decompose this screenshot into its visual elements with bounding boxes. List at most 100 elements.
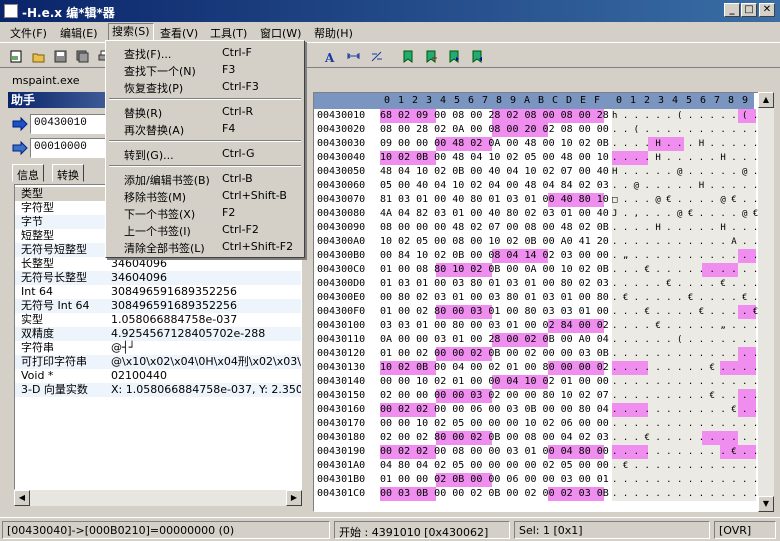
search-menu-item[interactable]: 下一个书签(X) F2	[106, 204, 302, 221]
hex-row[interactable]: 004300E0 00 80 02 03 01 00 03 80 01 03 01…	[314, 291, 769, 305]
hex-row[interactable]: 00430090 08 00 00 00 48 02 07 00 08 00 48…	[314, 221, 769, 235]
offset-icon	[371, 51, 382, 62]
list-item[interactable]: Int 64 308496591689352256	[15, 285, 301, 299]
menu-tools[interactable]: 工具(T)	[210, 25, 247, 41]
tab-convert[interactable]: 转换	[52, 164, 84, 182]
hex-view[interactable]: 0123456789ABCDEF0123456789 00430010 68 02…	[313, 92, 774, 512]
search-menu-item[interactable]: 转到(G)... Ctrl-G	[106, 145, 302, 162]
scroll-left-icon[interactable]: ◀	[14, 490, 30, 506]
hex-address: 00430070	[317, 194, 366, 205]
minimize-button[interactable]: _	[724, 3, 740, 17]
offset-button[interactable]	[366, 46, 386, 66]
hex-row[interactable]: 00430190 00 02 02 00 08 00 00 03 01 00 04…	[314, 445, 769, 459]
close-button[interactable]: ✕	[759, 3, 775, 17]
bookmark-add-button[interactable]	[398, 46, 418, 66]
hex-row[interactable]: 00430040 10 02 0B 00 48 04 10 02 05 00 48…	[314, 151, 769, 165]
type-header: 类型	[21, 187, 43, 200]
hex-row[interactable]: 00430100 03 03 01 00 80 00 03 01 00 02 84…	[314, 319, 769, 333]
hex-row[interactable]: 00430020 08 00 28 02 0A 00 08 00 20 02 08…	[314, 123, 769, 137]
list-item[interactable]: 无符号 Int 64 308496591689352256	[15, 299, 301, 313]
width-icon	[347, 53, 360, 59]
hex-ascii: . . . . H . . . H . . . . . H .	[612, 139, 774, 149]
menu-item-label: 转到(G)...	[124, 149, 174, 162]
hex-row[interactable]: 004300A0 10 02 05 00 08 00 10 02 0B 00 A0…	[314, 235, 769, 249]
hex-row[interactable]: 00430010 68 02 09 00 08 00 28 02 08 00 08…	[314, 109, 769, 123]
hex-row[interactable]: 00430170 00 00 10 02 05 00 00 00 10 02 06…	[314, 417, 769, 431]
list-item[interactable]: 双精度 4.9254567128405702e-288	[15, 327, 301, 341]
hex-row[interactable]: 004301B0 01 00 00 02 0B 00 00 06 00 00 03…	[314, 473, 769, 487]
column-label: B	[538, 95, 545, 106]
hex-ascii: . . . . . . . . . . . € . . . .	[612, 447, 774, 457]
hex-address: 00430170	[317, 418, 366, 429]
search-menu-item[interactable]: 查找下一个(N) F3	[106, 61, 302, 78]
hex-row[interactable]: 004301C0 00 03 0B 00 00 02 0B 00 02 00 02…	[314, 487, 758, 501]
hex-row[interactable]: 00430160 00 02 02 00 00 06 00 03 0B 00 00…	[314, 403, 769, 417]
list-item[interactable]: 字符串 @┤┘	[15, 341, 301, 355]
hex-row[interactable]: 004300F0 01 00 02 80 00 03 01 00 80 03 03…	[314, 305, 769, 319]
address-field[interactable]: 00430010	[30, 114, 106, 134]
save-button[interactable]	[50, 46, 70, 66]
maximize-button[interactable]: □	[741, 3, 757, 17]
hex-address: 004300D0	[317, 278, 366, 289]
search-menu-item[interactable]: 添加/编辑书签(B) Ctrl-B	[106, 170, 302, 187]
menu-bar: 文件(F) 编辑(E) 搜索(S) 查看(V) 工具(T) 窗口(W) 帮助(H…	[0, 22, 780, 42]
hex-row[interactable]: 00430060 05 00 40 04 10 02 04 00 48 04 84…	[314, 179, 769, 193]
bookmark-next-button[interactable]	[444, 46, 464, 66]
scroll-down-icon[interactable]: ▼	[758, 496, 774, 512]
width-button[interactable]	[343, 46, 363, 66]
list-item[interactable]: 实型 1.058066884758e-037	[15, 313, 301, 327]
offset-arrow-icon[interactable]	[12, 140, 28, 156]
bookmark-prev-button[interactable]	[467, 46, 487, 66]
goto-arrow-icon[interactable]	[12, 116, 28, 132]
document-tab[interactable]: mspaint.exe	[12, 74, 80, 87]
scroll-up-icon[interactable]: ▲	[758, 92, 774, 108]
search-menu-item[interactable]: 替换(R) Ctrl-R	[106, 103, 302, 120]
vertical-scrollbar[interactable]: ▲ ▼	[758, 92, 774, 512]
list-item[interactable]: 长整型 34604096	[15, 257, 301, 271]
status-mode: [OVR]	[714, 521, 776, 539]
menu-item-shortcut: Ctrl-F	[222, 46, 252, 59]
hex-row[interactable]: 00430080 4A 04 82 03 01 00 40 80 02 03 01…	[314, 207, 769, 221]
hex-ascii: . . . € . . . . € . . . . € . .	[612, 307, 774, 317]
tab-info[interactable]: 信息	[12, 164, 44, 182]
search-menu-item[interactable]: 恢复查找(P) Ctrl-F3	[106, 78, 302, 95]
scroll-right-icon[interactable]: ▶	[286, 490, 302, 506]
menu-item-shortcut: Ctrl-R	[222, 105, 254, 118]
search-menu-item[interactable]: 清除全部书签(L) Ctrl+Shift-F2	[106, 238, 302, 255]
offset-field[interactable]: 00010000	[30, 138, 106, 158]
menu-edit[interactable]: 编辑(E)	[60, 25, 98, 41]
hex-ascii: . . . . . . . . . . . A . . . .	[612, 237, 774, 247]
hex-row[interactable]: 00430050 48 04 10 02 0B 00 40 04 10 02 07…	[314, 165, 769, 179]
search-menu-item[interactable]: 移除书签(M) Ctrl+Shift-B	[106, 187, 302, 204]
menu-window[interactable]: 窗口(W)	[260, 25, 301, 41]
hex-row[interactable]: 004301A0 04 80 04 02 05 00 00 00 00 02 05…	[314, 459, 769, 473]
hex-row[interactable]: 00430110 0A 00 00 03 01 00 28 00 02 0B 00…	[314, 333, 769, 347]
hex-row[interactable]: 00430070 81 03 01 00 40 80 01 03 01 00 40…	[314, 193, 769, 207]
search-menu-item[interactable]: 再次替换(A) F4	[106, 120, 302, 137]
hex-row[interactable]: 00430130 10 02 0B 00 04 00 02 01 00 80 00…	[314, 361, 769, 375]
hex-row[interactable]: 00430140 00 00 10 02 01 00 00 04 10 02 01…	[314, 375, 769, 389]
list-item[interactable]: 3-D 向量实数 X: 1.058066884758e-037, Y: 2.350…	[15, 383, 301, 397]
list-item[interactable]: 无符号长整型 34604096	[15, 271, 301, 285]
hex-row[interactable]: 00430030 09 00 00 00 48 02 0A 00 48 00 10…	[314, 137, 769, 151]
horizontal-scrollbar[interactable]: ◀ ▶	[14, 490, 302, 506]
menu-file[interactable]: 文件(F)	[10, 25, 47, 41]
list-item[interactable]: Void * 02100440	[15, 369, 301, 383]
new-button[interactable]	[6, 46, 26, 66]
font-button[interactable]: A	[320, 46, 340, 66]
open-button[interactable]	[28, 46, 48, 66]
hex-row[interactable]: 00430150 02 00 00 00 00 03 02 00 00 80 10…	[314, 389, 769, 403]
bookmark-remove-button[interactable]	[421, 46, 441, 66]
hex-row[interactable]: 004300C0 01 00 08 80 10 02 0B 00 0A 00 10…	[314, 263, 769, 277]
search-menu-item[interactable]: 查找(F)... Ctrl-F	[106, 44, 302, 61]
list-item[interactable]: 可打印字符串 @\x10\x02\x04\0H\x04刑\x02\x03\	[15, 355, 301, 369]
menu-search[interactable]: 搜索(S)	[108, 23, 154, 41]
menu-view[interactable]: 查看(V)	[160, 25, 198, 41]
hex-row[interactable]: 00430180 02 00 02 80 00 02 0B 00 08 00 04…	[314, 431, 769, 445]
search-menu-item[interactable]: 上一个书签(I) Ctrl-F2	[106, 221, 302, 238]
save-all-button[interactable]	[72, 46, 92, 66]
hex-row[interactable]: 004300B0 00 84 10 02 0B 00 08 04 14 02 03…	[314, 249, 769, 263]
hex-row[interactable]: 004300D0 01 03 01 00 03 80 01 03 01 00 80…	[314, 277, 769, 291]
menu-help[interactable]: 帮助(H)	[314, 25, 353, 41]
hex-row[interactable]: 00430120 01 00 02 00 00 02 0B 00 02 00 00…	[314, 347, 769, 361]
